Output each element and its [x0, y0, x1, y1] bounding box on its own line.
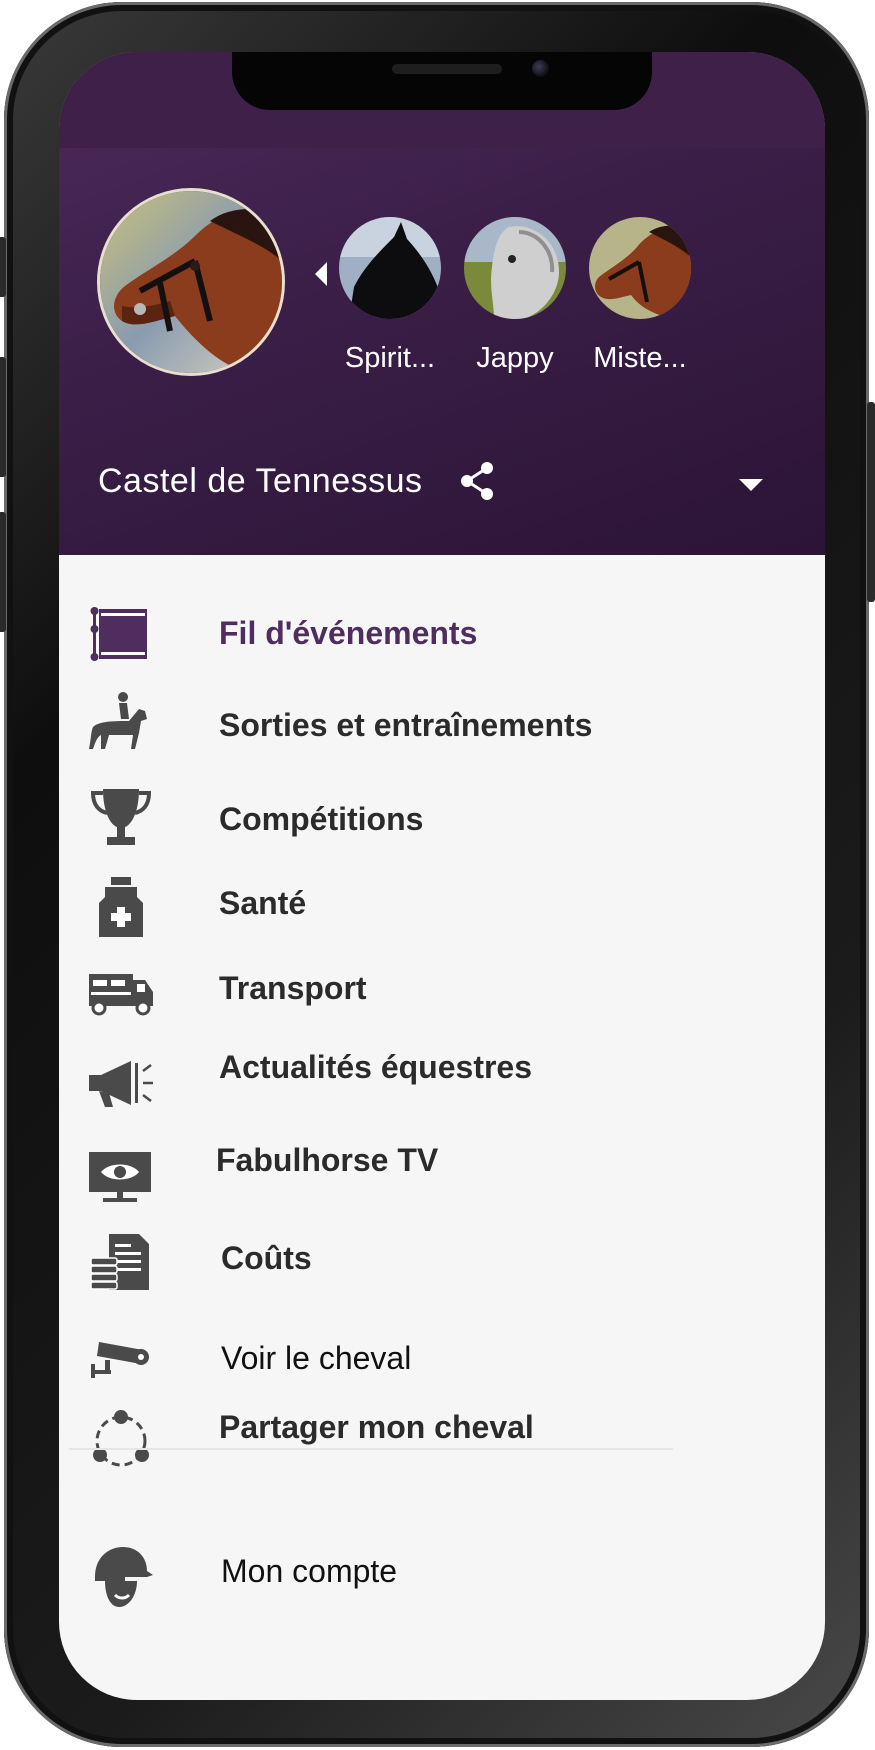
horse-thumb-2[interactable]	[464, 217, 566, 319]
share-icon[interactable]	[459, 461, 495, 501]
app-screen: Spirit... Jappy Miste... Castel de Tenne…	[59, 52, 825, 1700]
menu-label: Fabulhorse TV	[216, 1142, 439, 1178]
menu-label: Transport	[219, 970, 367, 1006]
menu-label: Partager mon cheval	[219, 1409, 534, 1445]
share-circle-icon	[85, 1405, 157, 1477]
menu-item-transport[interactable]: Transport	[59, 970, 825, 1050]
menu-item-share-horse[interactable]: Partager mon cheval	[59, 1409, 825, 1497]
menu-item-fabulhorse-tv[interactable]: Fabulhorse TV	[59, 1142, 825, 1232]
menu-item-costs[interactable]: Coûts	[59, 1234, 825, 1320]
previous-horse-arrow-icon[interactable]	[315, 262, 327, 286]
menu-item-my-account[interactable]: Mon compte	[59, 1547, 825, 1635]
horse-truck-icon	[85, 958, 157, 1030]
menu-item-watch-horse[interactable]: Voir le cheval	[59, 1338, 825, 1418]
phone-frame: Spirit... Jappy Miste... Castel de Tenne…	[0, 2, 875, 1747]
invoice-stack-icon	[85, 1230, 157, 1302]
menu-item-event-feed[interactable]: Fil d'événements	[59, 595, 825, 675]
menu-item-competitions[interactable]: Compétitions	[59, 789, 825, 869]
drawer-header: Spirit... Jappy Miste... Castel de Tenne…	[59, 52, 825, 555]
selected-horse-avatar[interactable]	[97, 188, 285, 376]
stable-name[interactable]: Castel de Tennessus	[98, 462, 423, 501]
menu-label: Sorties et entraînements	[219, 707, 593, 743]
tv-eye-icon	[85, 1140, 157, 1212]
horse-name-2[interactable]: Jappy	[450, 342, 580, 375]
horse-name-1[interactable]: Spirit...	[325, 342, 455, 375]
volume-up-button	[0, 357, 6, 477]
notch	[232, 52, 652, 110]
chevron-down-icon[interactable]	[739, 479, 763, 491]
menu-label: Voir le cheval	[221, 1340, 412, 1376]
rider-horse-icon	[85, 687, 157, 759]
horse-thumb-3[interactable]	[589, 217, 691, 319]
menu-label: Actualités équestres	[219, 1049, 533, 1085]
volume-down-button	[0, 512, 6, 632]
horse-name-3[interactable]: Miste...	[575, 342, 705, 375]
menu-label: Santé	[219, 885, 307, 921]
power-button	[867, 402, 875, 602]
security-camera-icon	[85, 1320, 157, 1392]
menu-item-rides-training[interactable]: Sorties et entraînements	[59, 687, 825, 767]
medicine-bottle-icon	[85, 871, 157, 943]
menu-divider	[69, 1448, 673, 1450]
menu-item-health[interactable]: Santé	[59, 877, 825, 965]
megaphone-icon	[85, 1047, 157, 1119]
trophy-icon	[85, 783, 157, 855]
horse-thumb-1[interactable]	[339, 217, 441, 319]
menu-label: Compétitions	[219, 801, 424, 837]
silent-switch	[0, 237, 6, 297]
rider-helmet-icon	[85, 1541, 157, 1613]
menu-label: Coûts	[221, 1240, 312, 1276]
event-feed-icon	[85, 599, 157, 671]
menu-item-equestrian-news[interactable]: Actualités équestres	[59, 1049, 825, 1137]
menu-label: Mon compte	[221, 1553, 398, 1589]
menu-label: Fil d'événements	[219, 615, 478, 651]
front-camera	[532, 60, 549, 77]
earpiece	[392, 64, 502, 74]
